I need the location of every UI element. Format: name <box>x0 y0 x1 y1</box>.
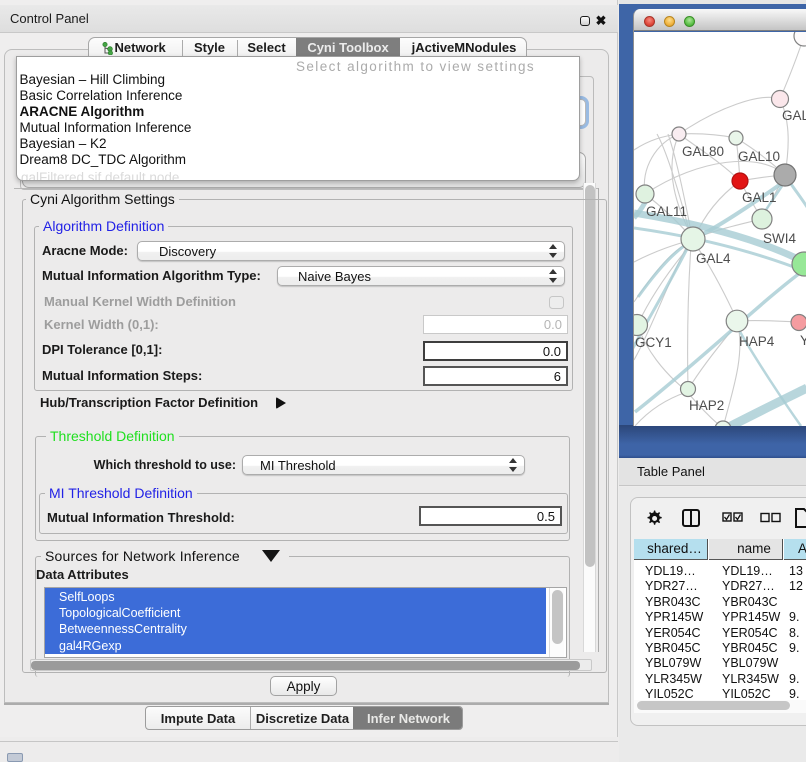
svg-text:YM: YM <box>800 333 806 348</box>
svg-text:GAL7: GAL7 <box>782 108 806 123</box>
svg-text:SWI4: SWI4 <box>763 231 796 246</box>
svg-text:HAP4: HAP4 <box>739 334 775 349</box>
svg-text:GCY1: GCY1 <box>635 335 672 350</box>
svg-text:GAL4: GAL4 <box>696 251 731 266</box>
svg-text:GAL80: GAL80 <box>682 144 724 159</box>
svg-text:GAL1: GAL1 <box>742 190 777 205</box>
svg-text:GAL10: GAL10 <box>738 149 780 164</box>
svg-text:GAL11: GAL11 <box>646 204 687 219</box>
svg-text:HAP2: HAP2 <box>689 398 724 413</box>
